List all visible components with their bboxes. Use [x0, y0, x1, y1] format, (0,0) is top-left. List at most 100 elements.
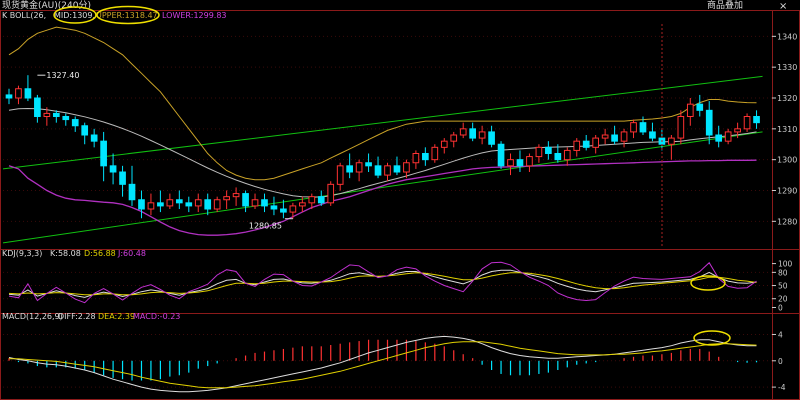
close-icon[interactable]: × [779, 1, 787, 12]
candle [355, 159, 363, 182]
candle-body [734, 128, 741, 133]
kdj-j-label: J:60.48 [117, 249, 146, 258]
price-tick-label: 1340 [777, 32, 797, 41]
candle-body [403, 162, 410, 173]
candle-body [469, 128, 477, 139]
overlay-menu-button[interactable]: 商品叠加 [707, 0, 743, 11]
candle [469, 122, 477, 142]
candle [194, 193, 202, 213]
candle [374, 156, 382, 179]
candle-body [232, 193, 240, 198]
candle-body [668, 137, 675, 145]
candle-body [384, 165, 391, 176]
candle [753, 110, 760, 129]
candle-body [355, 162, 363, 173]
candle-body [630, 122, 637, 133]
candlesticks [5, 75, 760, 219]
candle [147, 193, 155, 216]
candle-body [34, 97, 41, 117]
macd-tick-label: -4 [778, 383, 786, 392]
low-price-label: 1280.85 [249, 222, 282, 231]
macd-histogram [8, 339, 758, 381]
candle [109, 153, 117, 185]
boll-legend-name: K BOLL(26, [2, 11, 46, 20]
candle [422, 147, 429, 166]
macd-axis: -4 0 4 [772, 330, 786, 392]
candle [601, 128, 609, 145]
candle-body [175, 199, 183, 204]
kdj-d-label: D:56.88 [84, 249, 116, 258]
boll-mid-label: MID:1309. [54, 11, 95, 20]
boll-lower-label: LOWER:1299.83 [162, 11, 227, 20]
boll-upper-label: UPPER:1318.47 [96, 11, 158, 20]
candle-body [639, 122, 647, 133]
candle-body [90, 134, 98, 142]
candle [90, 128, 98, 148]
price-tick-label: 1300 [777, 156, 797, 165]
price-tick-label: 1320 [777, 94, 797, 103]
kdj-tick-label: 0 [778, 303, 783, 312]
candle [743, 113, 751, 132]
candle-body [554, 153, 562, 161]
candle-body [109, 165, 117, 173]
candle-body [592, 137, 600, 148]
macd-lines [8, 335, 757, 393]
candle-body [582, 140, 590, 148]
candle [336, 162, 344, 191]
candle-body [753, 116, 760, 124]
candle [34, 94, 41, 123]
candle [128, 165, 136, 206]
candle-body [270, 205, 278, 210]
price-tick-label: 1280 [777, 217, 797, 226]
kdj-tick-label: 20 [778, 295, 788, 304]
candle [119, 165, 126, 197]
candle-body [336, 165, 344, 185]
candle [100, 131, 107, 182]
outer-frame [0, 10, 800, 400]
candle [175, 190, 183, 209]
candle-body [242, 193, 249, 207]
macd-tick-label: 0 [778, 357, 783, 366]
candle-body [81, 125, 89, 136]
candle-body [516, 159, 524, 167]
boll-upper-line [8, 26, 757, 181]
candle-body [62, 116, 70, 121]
candle-body [157, 202, 164, 207]
candle-body [24, 88, 32, 99]
candle-body [128, 183, 136, 201]
candle-body [696, 103, 704, 111]
price-tick-label: 1290 [777, 187, 797, 196]
candle [450, 131, 458, 148]
candle-body [298, 202, 306, 207]
candle [384, 162, 391, 182]
kdj-tick-label: 50 [778, 282, 788, 291]
macd-dea-label: DEA:2.39 [98, 312, 135, 321]
candle-body [204, 199, 212, 210]
candle-body [147, 202, 155, 210]
macd-diff-line [8, 335, 757, 393]
candle [412, 150, 420, 169]
candle [573, 138, 581, 157]
macd-legend-name: MACD(12,26,9) [2, 312, 63, 321]
kdj-tick-label: 80 [778, 268, 788, 277]
kdj-k-line [8, 269, 757, 298]
candle [611, 125, 618, 145]
chart-window: 现货黄金(AU)(240分) 商品叠加 × K BOLL(26, MID:130… [0, 0, 800, 400]
candle-body [535, 146, 543, 158]
candle [261, 193, 268, 213]
main-grid [3, 35, 772, 222]
candle-body [488, 131, 495, 145]
candle [431, 144, 439, 163]
candle [138, 190, 145, 219]
candle [592, 135, 600, 154]
candle [15, 85, 22, 105]
candle-body [317, 196, 325, 204]
candle [71, 116, 79, 132]
kdj-k-label: K:58.08 [50, 249, 81, 258]
candle-body [601, 134, 609, 139]
candle [232, 187, 240, 206]
candle-body [213, 199, 221, 210]
candle-body [563, 149, 571, 161]
price-tick-label: 1310 [777, 125, 797, 134]
candle [488, 125, 495, 148]
